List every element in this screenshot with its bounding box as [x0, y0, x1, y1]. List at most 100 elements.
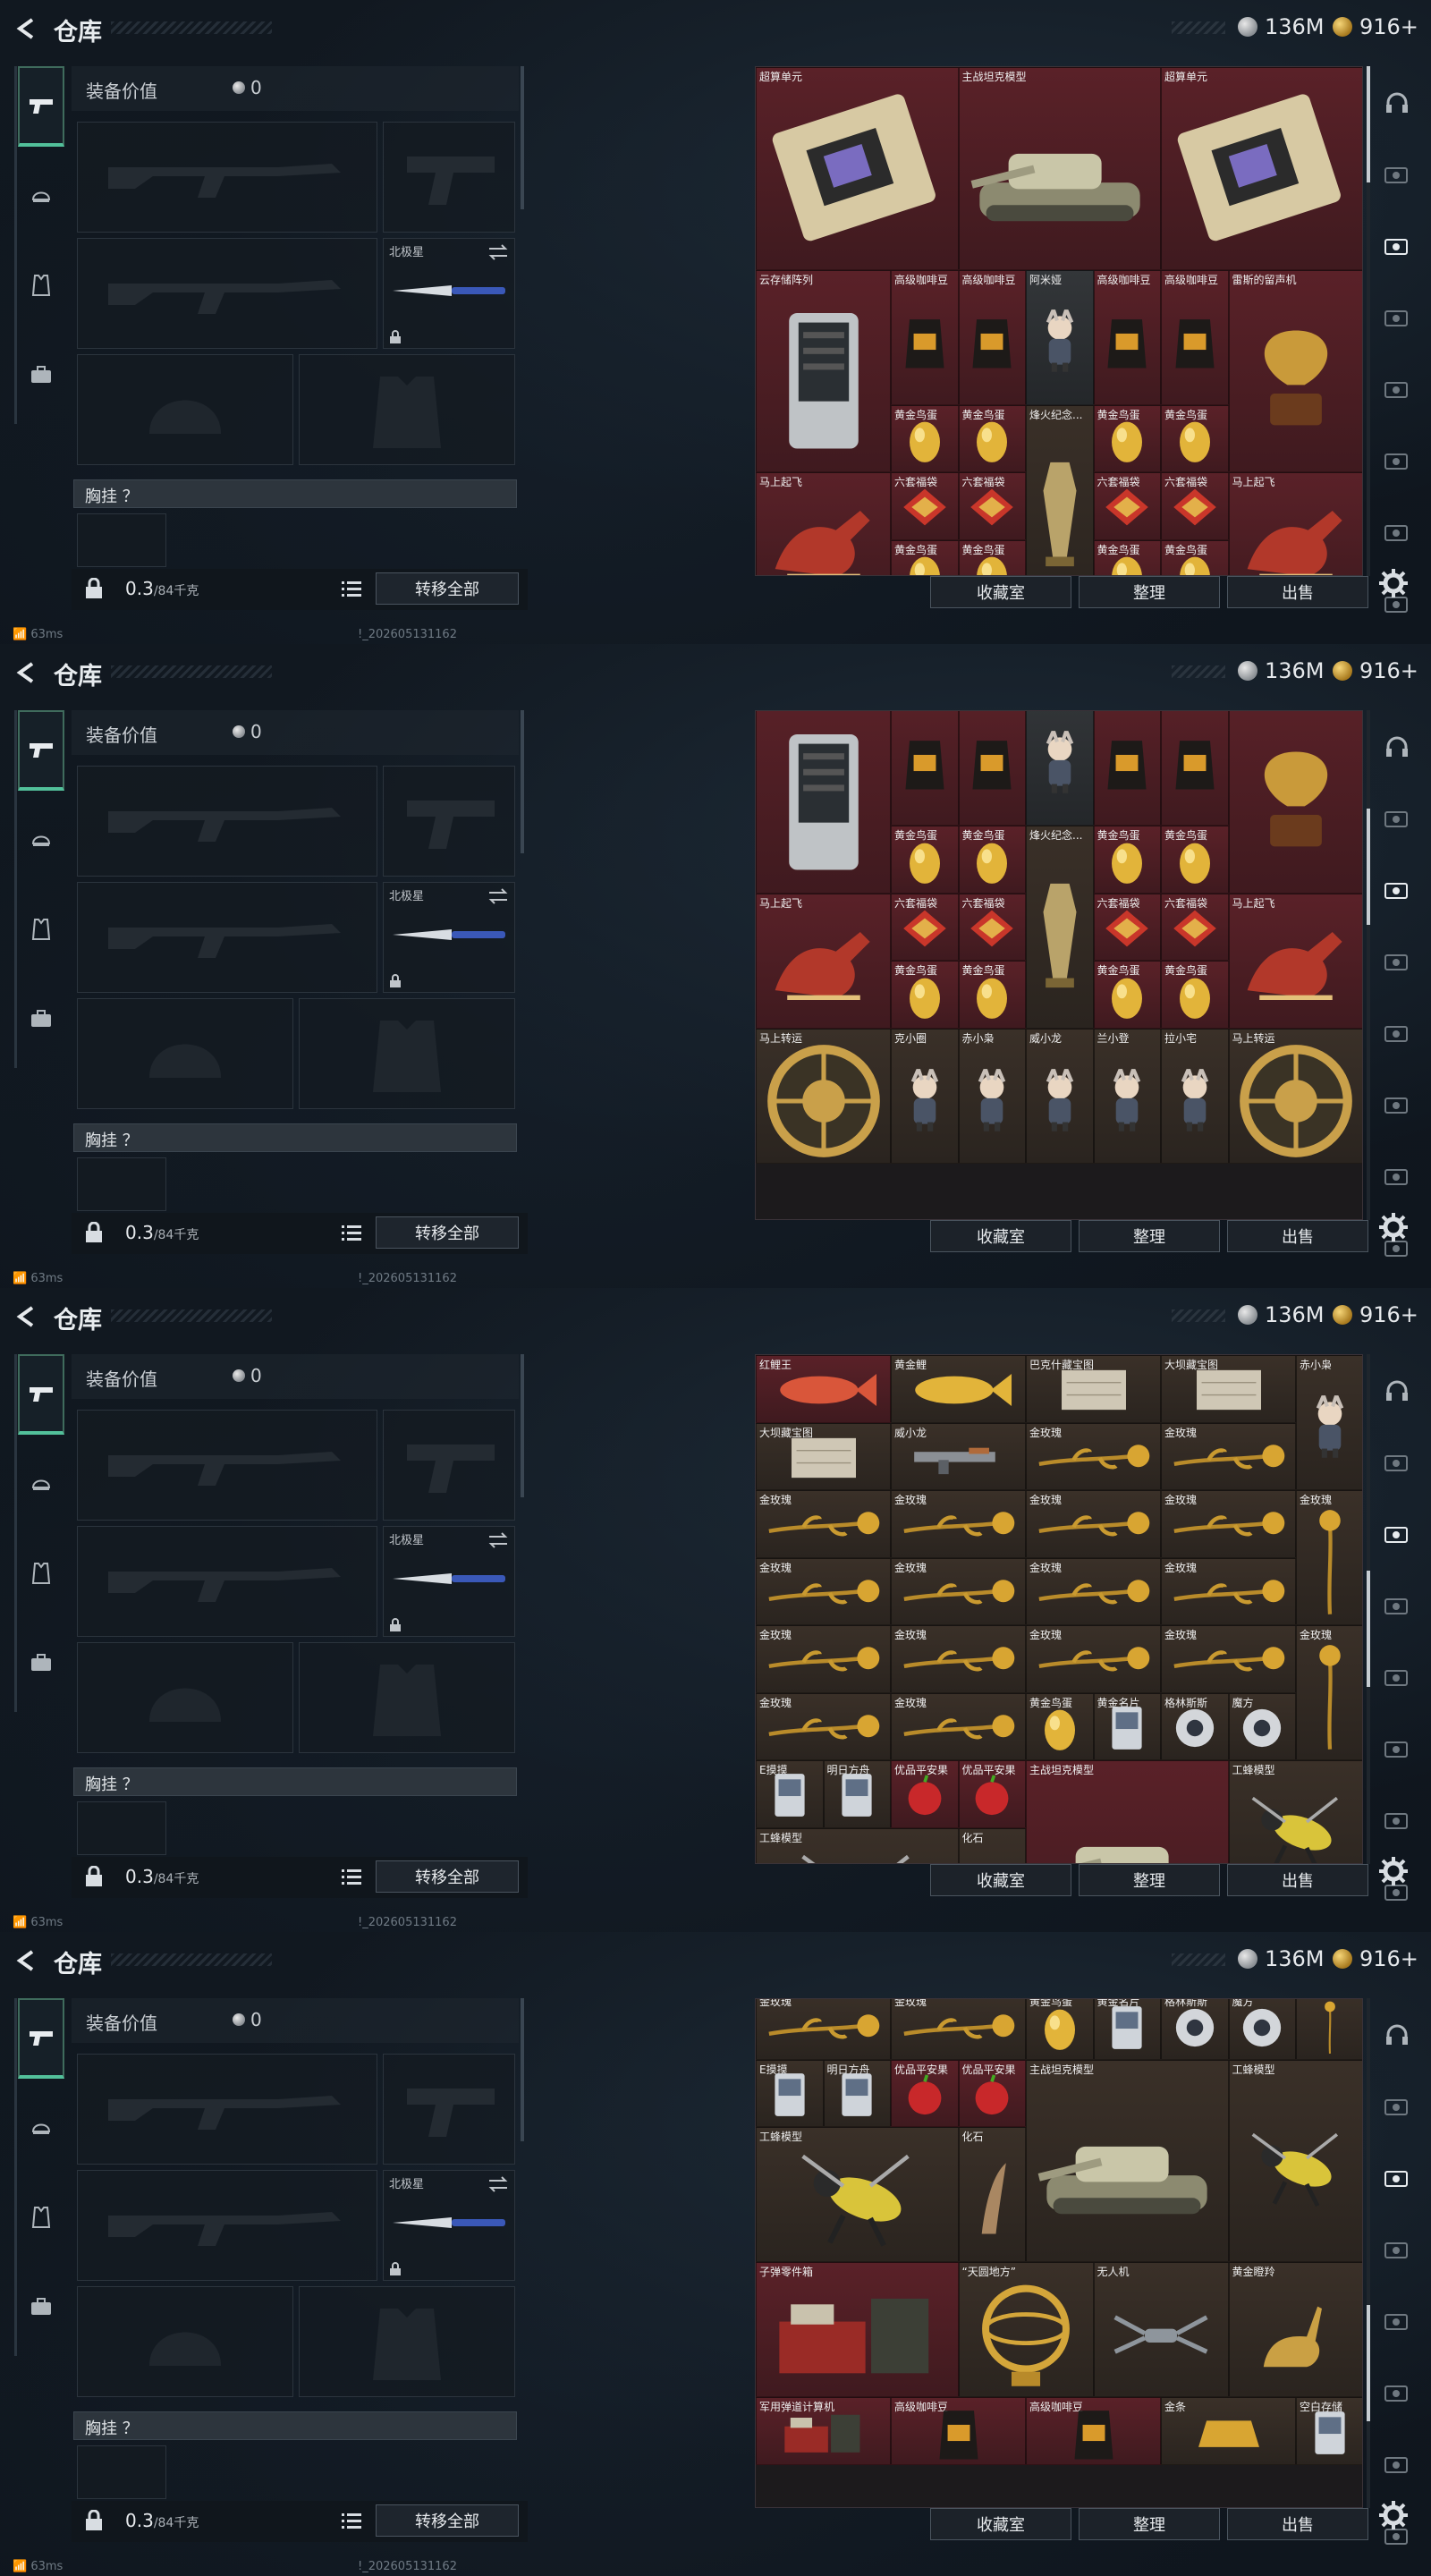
- inventory-item[interactable]: 金玫瑰: [891, 1625, 1026, 1693]
- transfer-all-button[interactable]: 转移全部: [376, 2504, 519, 2537]
- inventory-item[interactable]: E摸摸: [756, 1760, 824, 1828]
- currency-silver[interactable]: 136M: [1238, 14, 1325, 39]
- inventory-item[interactable]: 黄金鸟蛋: [958, 826, 1026, 894]
- inventory-item[interactable]: “天圆地方”: [958, 2262, 1094, 2398]
- tab-backpack[interactable]: [18, 1623, 64, 1703]
- sort-button[interactable]: 整理: [1079, 1220, 1220, 1252]
- inventory-item[interactable]: 金玫瑰: [756, 1999, 891, 2060]
- inventory-item[interactable]: 高级咖啡豆: [958, 711, 1026, 826]
- inventory-item[interactable]: 主战坦克模型: [958, 67, 1161, 270]
- inventory-item[interactable]: 金玫瑰: [891, 1692, 1026, 1760]
- pistol-slot[interactable]: [383, 122, 515, 233]
- inventory-item[interactable]: 化石: [958, 1827, 1026, 1863]
- armor-slot[interactable]: [299, 2286, 515, 2397]
- inventory-item[interactable]: 六套福袋: [1161, 472, 1229, 540]
- tab-weapons[interactable]: [18, 710, 64, 791]
- back-arrow-icon[interactable]: [14, 16, 39, 41]
- headphones-icon[interactable]: [1377, 84, 1417, 120]
- inventory-item[interactable]: 主战坦克模型: [1026, 2059, 1229, 2263]
- loadout-slot-icon[interactable]: [1377, 1014, 1417, 1050]
- inventory-item[interactable]: 金玫瑰: [1161, 1422, 1296, 1490]
- inventory-item[interactable]: 金玫瑰: [756, 1625, 891, 1693]
- inventory-item[interactable]: 主战坦克模型: [1026, 1760, 1229, 1863]
- list-icon[interactable]: [342, 2512, 361, 2529]
- inventory-item[interactable]: 军用弹道计算机: [756, 2397, 891, 2465]
- loadout-slot-icon[interactable]: [1377, 2374, 1417, 2410]
- loadout-slot-icon[interactable]: [1377, 156, 1417, 191]
- sell-button[interactable]: 出售: [1227, 1220, 1368, 1252]
- chest-rig-bar[interactable]: 胸挂 ？: [73, 1767, 517, 1796]
- armor-slot[interactable]: [299, 354, 515, 465]
- inventory-item[interactable]: 大坝藏宝图: [1161, 1355, 1296, 1423]
- melee-slot[interactable]: 北极星: [383, 882, 515, 993]
- inventory-item[interactable]: 六套福袋: [958, 893, 1026, 962]
- inventory-item[interactable]: 威小龙: [891, 1422, 1026, 1490]
- inventory-item[interactable]: 金玫瑰: [756, 1557, 891, 1625]
- gear-icon[interactable]: [1377, 567, 1410, 599]
- inventory-item[interactable]: 金玫瑰: [1026, 1490, 1161, 1558]
- inventory-item[interactable]: 金玫瑰: [1026, 1422, 1161, 1490]
- tab-armor[interactable]: [18, 800, 64, 880]
- inventory-item[interactable]: 高级咖啡豆: [1161, 711, 1229, 826]
- inventory-item[interactable]: 阿米娅: [1026, 711, 1094, 826]
- loadout-slot-icon[interactable]: [1377, 1801, 1417, 1837]
- inventory-item[interactable]: 金玫瑰: [756, 1692, 891, 1760]
- collection-button[interactable]: 收藏室: [930, 1864, 1071, 1896]
- loadout-slot-icon[interactable]: [1377, 943, 1417, 979]
- back-arrow-icon[interactable]: [14, 660, 39, 685]
- inventory-item[interactable]: 金玫瑰: [1026, 1557, 1161, 1625]
- list-icon[interactable]: [342, 580, 361, 597]
- equipment-scrollbar[interactable]: [521, 1998, 524, 2141]
- secondary-weapon-slot[interactable]: [77, 2170, 377, 2281]
- tab-armor[interactable]: [18, 1444, 64, 1524]
- inventory-item[interactable]: 金玫瑰: [1161, 1625, 1296, 1693]
- inventory-item[interactable]: 黄金鸟蛋: [958, 961, 1026, 1029]
- warehouse-grid[interactable]: 红鲤王 黄金鲤 巴克什藏宝图 大坝藏宝图 赤小枭 大坝藏宝图 威小龙 金玫瑰 金玫瑰 金玫瑰 金玫瑰…: [755, 1354, 1363, 1864]
- inventory-item[interactable]: 马上转运: [1228, 1028, 1362, 1164]
- inventory-item[interactable]: 马上起飞: [1228, 893, 1362, 1029]
- swap-icon[interactable]: [487, 1532, 509, 1548]
- list-icon[interactable]: [342, 1224, 361, 1241]
- loadout-slot-icon[interactable]: [1377, 2088, 1417, 2123]
- loadout-slot-icon[interactable]: [1377, 1730, 1417, 1766]
- melee-slot[interactable]: 北极星: [383, 1526, 515, 1637]
- equipment-scrollbar[interactable]: [521, 66, 524, 209]
- inventory-item[interactable]: 克小圈: [891, 1028, 959, 1164]
- inventory-item[interactable]: 高级咖啡豆: [891, 2397, 1026, 2465]
- loadout-slot-icon[interactable]: [1377, 1515, 1417, 1551]
- transfer-all-button[interactable]: 转移全部: [376, 1860, 519, 1893]
- collection-button[interactable]: 收藏室: [930, 576, 1071, 608]
- melee-slot[interactable]: 北极星: [383, 238, 515, 349]
- armor-slot[interactable]: [299, 998, 515, 1109]
- inventory-item[interactable]: 黄金鸟蛋: [1026, 1692, 1094, 1760]
- primary-weapon-slot[interactable]: [77, 122, 377, 233]
- secondary-weapon-slot[interactable]: [77, 238, 377, 349]
- chest-rig-bar[interactable]: 胸挂 ？: [73, 2411, 517, 2440]
- inventory-item[interactable]: 黄金鸟蛋: [1161, 404, 1229, 472]
- loadout-slot-icon[interactable]: [1377, 2445, 1417, 2481]
- inventory-item[interactable]: 六套福袋: [1093, 893, 1161, 962]
- tab-backpack[interactable]: [18, 2267, 64, 2347]
- loadout-slot-icon[interactable]: [1377, 227, 1417, 263]
- inventory-item[interactable]: 赤小枭: [1296, 1355, 1362, 1490]
- inventory-item[interactable]: 超算单元: [756, 67, 959, 270]
- inventory-item[interactable]: 金玫瑰: [1161, 1557, 1296, 1625]
- inventory-item[interactable]: 黄金鸟蛋: [1093, 539, 1161, 575]
- inventory-item[interactable]: 黄金鸟蛋: [1093, 404, 1161, 472]
- inventory-item[interactable]: 工蜂模型: [1228, 2059, 1362, 2263]
- inventory-item[interactable]: 无人机: [1093, 2262, 1229, 2398]
- inventory-item[interactable]: [1296, 1999, 1362, 2060]
- loadout-slot-icon[interactable]: [1377, 2302, 1417, 2338]
- pistol-slot[interactable]: [383, 1410, 515, 1521]
- tab-vest[interactable]: [18, 2177, 64, 2258]
- headphones-icon[interactable]: [1377, 728, 1417, 764]
- chest-rig-slot[interactable]: [77, 1157, 166, 1211]
- pistol-slot[interactable]: [383, 766, 515, 877]
- primary-weapon-slot[interactable]: [77, 766, 377, 877]
- inventory-item[interactable]: 优品平安果: [958, 2059, 1026, 2128]
- inventory-item[interactable]: 马上起飞: [756, 893, 891, 1029]
- sort-button[interactable]: 整理: [1079, 1864, 1220, 1896]
- inventory-item[interactable]: 六套福袋: [958, 472, 1026, 540]
- collection-button[interactable]: 收藏室: [930, 2508, 1071, 2540]
- inventory-item[interactable]: 工蜂模型: [756, 1827, 959, 1863]
